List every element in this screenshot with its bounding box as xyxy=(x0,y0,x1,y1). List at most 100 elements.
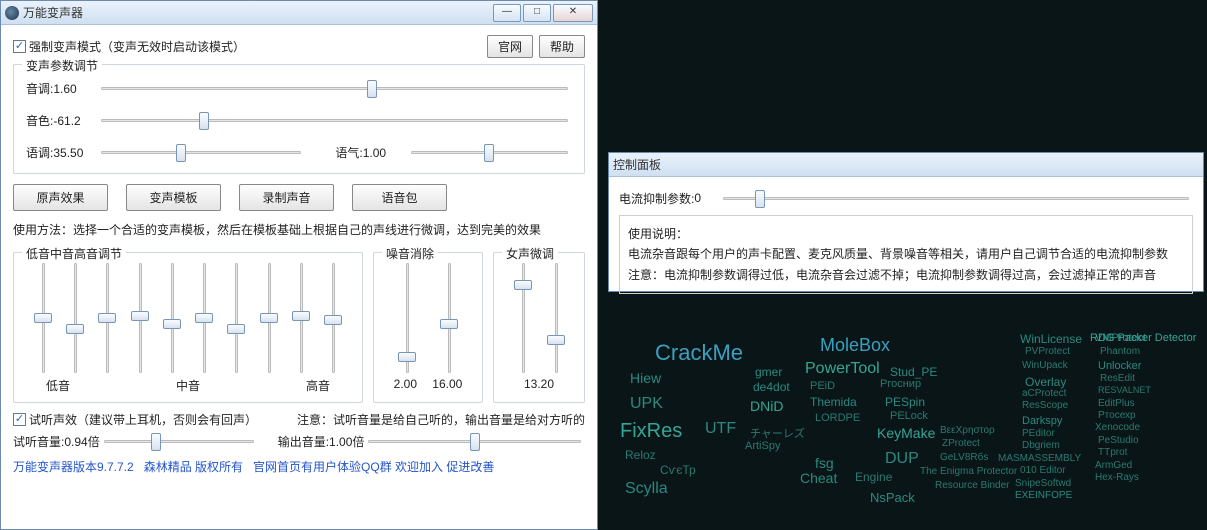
intonation-label: 语调: xyxy=(26,146,53,160)
eq-group-title: 低音中音高音调节 xyxy=(22,245,126,262)
wallpaper-word: ArmGed xyxy=(1095,460,1132,471)
output-vol-slider[interactable] xyxy=(368,432,581,450)
noise-slider-2[interactable] xyxy=(440,263,458,373)
eq-slider-7[interactable] xyxy=(260,263,278,373)
eq-slider-2[interactable] xyxy=(98,263,116,373)
wallpaper-word: RESVALNET xyxy=(1098,385,1151,395)
wallpaper-word: Stud_PE xyxy=(890,365,937,379)
listen-label: 试听声效（建议带上耳机，否则会有回声） xyxy=(29,411,257,428)
wallpaper-word: Ргоснир xyxy=(880,378,921,390)
wallpaper-word: СѵєТр xyxy=(660,463,696,477)
wallpaper-word: EditPlus xyxy=(1098,398,1135,409)
eq-high-label: 高音 xyxy=(306,377,330,394)
wallpaper-word: Darkspy xyxy=(1022,415,1062,427)
eq-slider-8[interactable] xyxy=(292,263,310,373)
official-site-button[interactable]: 官网 xyxy=(487,35,533,58)
mood-slider[interactable] xyxy=(411,143,568,161)
wallpaper-word: fsg xyxy=(815,455,834,471)
footer-copyright-link[interactable]: 森林精品 版权所有 xyxy=(144,458,243,475)
noise-value-2: 16.00 xyxy=(432,377,462,391)
usage-text: 使用方法：选择一个合适的变声模板，然后在模板基础上根据自己的声线进行微调，达到完… xyxy=(13,221,585,238)
wallpaper-word: Phantom xyxy=(1100,346,1140,357)
mood-label: 语气: xyxy=(335,146,362,160)
wallpaper-word: gmer xyxy=(755,365,782,379)
wallpaper-word: Engine xyxy=(855,470,892,484)
timbre-value: -61.2 xyxy=(53,114,97,128)
wallpaper-word: PeStudio xyxy=(1098,435,1139,446)
wallpaper-word: de4dot xyxy=(753,380,790,394)
wallpaper-word: 010 Editor xyxy=(1020,465,1066,476)
eq-slider-1[interactable] xyxy=(66,263,84,373)
original-effect-button[interactable]: 原声效果 xyxy=(13,184,108,211)
voice-params-title: 变声参数调节 xyxy=(22,57,102,74)
wallpaper-word: NsPack xyxy=(870,490,915,505)
wallpaper-word: KeyMake xyxy=(877,425,935,441)
intonation-slider[interactable] xyxy=(101,143,301,161)
panel-titlebar[interactable]: 控制面板 xyxy=(609,153,1203,177)
current-suppress-value: 0 xyxy=(694,191,701,205)
wallpaper-word: PESpin xyxy=(885,395,925,409)
wallpaper-word: Hex-Rays xyxy=(1095,472,1139,483)
eq-slider-9[interactable] xyxy=(324,263,342,373)
eq-slider-0[interactable] xyxy=(34,263,52,373)
wallpaper-word: MoleBox xyxy=(820,335,890,356)
wallpaper-word: チャーレズ xyxy=(750,425,805,441)
timbre-slider[interactable] xyxy=(101,111,568,129)
maximize-button[interactable]: □ xyxy=(523,4,551,22)
voice-pack-button[interactable]: 语音包 xyxy=(352,184,447,211)
voice-params-group: 变声参数调节 音调:1.60 音色:-61.2 语调:35.50 语气:1.00 xyxy=(13,64,585,174)
wallpaper-word: Hiew xyxy=(630,370,661,386)
app-icon xyxy=(5,6,19,20)
wallpaper-word: PELock xyxy=(890,410,928,422)
wallpaper-word: DUP xyxy=(885,450,919,468)
wallpaper-word: aCProtесt xyxy=(1022,388,1066,399)
footer-qq-link[interactable]: 官网首页有用户体验QQ群 欢迎加入 促进改善 xyxy=(253,458,494,475)
female-slider-2[interactable] xyxy=(547,263,565,373)
eq-low-label: 低音 xyxy=(46,377,70,394)
wallpaper-word: EXEINFOPE xyxy=(1015,490,1072,501)
force-mode-checkbox[interactable] xyxy=(13,40,26,53)
eq-slider-5[interactable] xyxy=(195,263,213,373)
wallpaper-word: PEiD xyxy=(810,380,835,392)
eq-group: 低音中音高音调节 低音 中音 高音 xyxy=(13,252,363,403)
voice-changer-window: 万能变声器 — □ ✕ 强制变声模式（变声无效时启动该模式） 官网 帮助 变声参… xyxy=(0,0,598,530)
wallpaper-word: Xenocode xyxy=(1095,422,1140,433)
wallpaper-word: SnipeSoftwd xyxy=(1015,478,1071,489)
wallpaper-word: PowerTool xyxy=(805,360,880,378)
wallpaper-word: ArtiSpy xyxy=(745,440,780,452)
noise-slider-1[interactable] xyxy=(398,263,416,373)
listen-vol-slider[interactable] xyxy=(104,432,254,450)
wallpaper-word: ΒεεΧρηστορ xyxy=(940,425,995,436)
minimize-button[interactable]: — xyxy=(493,4,521,22)
titlebar[interactable]: 万能变声器 — □ ✕ xyxy=(1,1,597,25)
female-slider-1[interactable] xyxy=(514,263,532,373)
eq-mid-label: 中音 xyxy=(176,377,200,394)
wallpaper-word: UTF xyxy=(705,420,736,438)
output-vol-value: 1.00倍 xyxy=(329,433,364,450)
eq-slider-3[interactable] xyxy=(131,263,149,373)
listen-checkbox[interactable] xyxy=(13,413,26,426)
wallpaper-word: ResEdit xyxy=(1100,373,1135,384)
record-button[interactable]: 录制声音 xyxy=(239,184,334,211)
voice-template-button[interactable]: 变声模板 xyxy=(126,184,221,211)
wallpaper-word: LORDPE xyxy=(815,412,860,424)
noise-group: 噪音消除 2.00 16.00 xyxy=(373,252,483,403)
wallpaper-word: The Enigma Protector xyxy=(920,466,1017,477)
close-button[interactable]: ✕ xyxy=(553,4,593,22)
footer-version-link[interactable]: 万能变声器版本9.7.7.2 xyxy=(13,458,134,475)
intonation-value: 35.50 xyxy=(53,146,97,160)
noise-value-1: 2.00 xyxy=(394,377,417,391)
tone-label: 音调: xyxy=(26,82,53,96)
female-value: 13.20 xyxy=(524,377,554,391)
eq-slider-6[interactable] xyxy=(227,263,245,373)
help-button[interactable]: 帮助 xyxy=(539,35,585,58)
wallpaper-word: Overlay xyxy=(1025,375,1066,389)
panel-info-line2: 注意：电流抑制参数调得过低，电流杂音会过滤不掉；电流抑制参数调得过高，会过滤掉正… xyxy=(628,265,1184,285)
eq-slider-4[interactable] xyxy=(163,263,181,373)
female-group: 女声微调 13.20 xyxy=(493,252,585,403)
wallpaper-word: Unlocker xyxy=(1098,360,1141,372)
wallpaper-word: Themida xyxy=(810,395,857,409)
window-title: 万能变声器 xyxy=(23,4,83,21)
tone-slider[interactable] xyxy=(101,79,568,97)
current-suppress-slider[interactable] xyxy=(723,189,1189,207)
